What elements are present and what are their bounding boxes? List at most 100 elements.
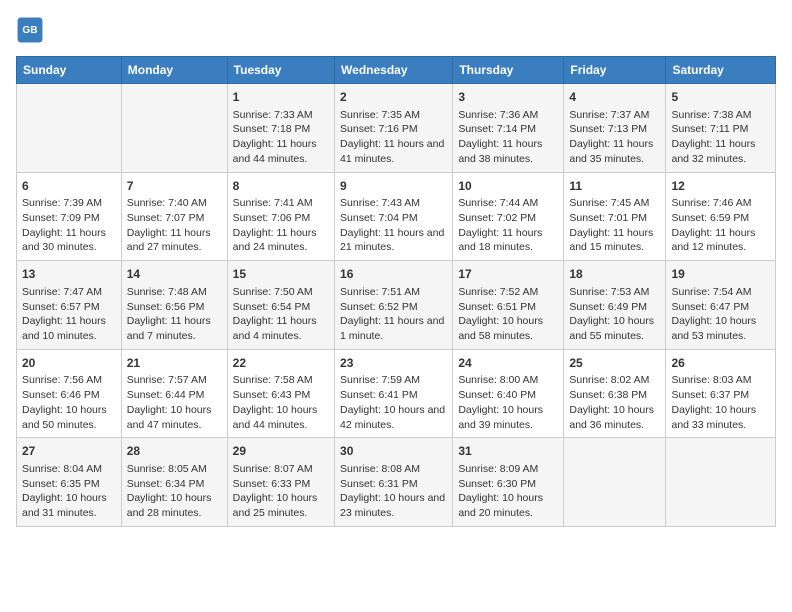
day-info: Sunrise: 8:04 AM Sunset: 6:35 PM Dayligh…	[22, 462, 116, 521]
day-number: 19	[671, 266, 770, 283]
day-number: 7	[127, 178, 222, 195]
day-number: 17	[458, 266, 558, 283]
day-cell: 11Sunrise: 7:45 AM Sunset: 7:01 PM Dayli…	[564, 172, 666, 261]
calendar-table: SundayMondayTuesdayWednesdayThursdayFrid…	[16, 56, 776, 527]
day-number: 11	[569, 178, 660, 195]
day-cell: 26Sunrise: 8:03 AM Sunset: 6:37 PM Dayli…	[666, 349, 776, 438]
day-info: Sunrise: 7:53 AM Sunset: 6:49 PM Dayligh…	[569, 285, 660, 344]
day-number: 16	[340, 266, 447, 283]
day-number: 3	[458, 89, 558, 106]
day-cell: 17 Sunrise: 7:52 AM Sunset: 6:51 PM Dayli…	[453, 261, 564, 350]
week-row-5: 27 Sunrise: 8:04 AM Sunset: 6:35 PM Dayli…	[17, 438, 776, 527]
day-cell: 15Sunrise: 7:50 AM Sunset: 6:54 PM Dayli…	[227, 261, 334, 350]
day-cell: 6Sunrise: 7:39 AM Sunset: 7:09 PM Daylig…	[17, 172, 122, 261]
day-number: 14	[127, 266, 222, 283]
day-info: Sunrise: 7:41 AM Sunset: 7:06 PM Dayligh…	[233, 196, 329, 255]
day-cell: 13Sunrise: 7:47 AM Sunset: 6:57 PM Dayli…	[17, 261, 122, 350]
day-info: Sunrise: 7:35 AM Sunset: 7:16 PM Dayligh…	[340, 108, 447, 167]
day-number: 22	[233, 355, 329, 372]
day-cell: 3 Sunrise: 7:36 AM Sunset: 7:14 PM Daylig…	[453, 84, 564, 173]
day-number: 31	[458, 443, 558, 460]
day-number: 12	[671, 178, 770, 195]
day-cell	[17, 84, 122, 173]
day-info: Sunrise: 7:57 AM Sunset: 6:44 PM Dayligh…	[127, 373, 222, 432]
day-number: 9	[340, 178, 447, 195]
day-info: Sunrise: 8:00 AM Sunset: 6:40 PM Dayligh…	[458, 373, 558, 432]
day-number: 15	[233, 266, 329, 283]
day-cell: 2 Sunrise: 7:35 AM Sunset: 7:16 PM Daylig…	[335, 84, 453, 173]
day-info: Sunrise: 7:56 AM Sunset: 6:46 PM Dayligh…	[22, 373, 116, 432]
logo-icon: GB	[16, 16, 44, 44]
day-info: Sunrise: 7:36 AM Sunset: 7:14 PM Dayligh…	[458, 108, 558, 167]
week-row-4: 20Sunrise: 7:56 AM Sunset: 6:46 PM Dayli…	[17, 349, 776, 438]
day-info: Sunrise: 8:08 AM Sunset: 6:31 PM Dayligh…	[340, 462, 447, 521]
day-cell: 1 Sunrise: 7:33 AM Sunset: 7:18 PM Daylig…	[227, 84, 334, 173]
day-number: 20	[22, 355, 116, 372]
svg-text:GB: GB	[22, 25, 37, 36]
day-info: Sunrise: 7:43 AM Sunset: 7:04 PM Dayligh…	[340, 196, 447, 255]
day-info: Sunrise: 7:52 AM Sunset: 6:51 PM Dayligh…	[458, 285, 558, 344]
day-number: 25	[569, 355, 660, 372]
day-cell: 31 Sunrise: 8:09 AM Sunset: 6:30 PM Dayli…	[453, 438, 564, 527]
header-tuesday: Tuesday	[227, 57, 334, 84]
day-info: Sunrise: 8:05 AM Sunset: 6:34 PM Dayligh…	[127, 462, 222, 521]
day-cell: 22Sunrise: 7:58 AM Sunset: 6:43 PM Dayli…	[227, 349, 334, 438]
calendar-header-row: SundayMondayTuesdayWednesdayThursdayFrid…	[17, 57, 776, 84]
day-cell: 10Sunrise: 7:44 AM Sunset: 7:02 PM Dayli…	[453, 172, 564, 261]
day-info: Sunrise: 7:38 AM Sunset: 7:11 PM Dayligh…	[671, 108, 770, 167]
day-info: Sunrise: 8:09 AM Sunset: 6:30 PM Dayligh…	[458, 462, 558, 521]
day-cell: 5Sunrise: 7:38 AM Sunset: 7:11 PM Daylig…	[666, 84, 776, 173]
day-cell: 18 Sunrise: 7:53 AM Sunset: 6:49 PM Dayli…	[564, 261, 666, 350]
day-info: Sunrise: 8:07 AM Sunset: 6:33 PM Dayligh…	[233, 462, 329, 521]
day-cell: 27 Sunrise: 8:04 AM Sunset: 6:35 PM Dayli…	[17, 438, 122, 527]
day-cell: 8Sunrise: 7:41 AM Sunset: 7:06 PM Daylig…	[227, 172, 334, 261]
day-cell: 28 Sunrise: 8:05 AM Sunset: 6:34 PM Dayli…	[121, 438, 227, 527]
day-number: 26	[671, 355, 770, 372]
day-cell: 21Sunrise: 7:57 AM Sunset: 6:44 PM Dayli…	[121, 349, 227, 438]
day-cell: 24Sunrise: 8:00 AM Sunset: 6:40 PM Dayli…	[453, 349, 564, 438]
logo: GB	[16, 16, 48, 44]
day-info: Sunrise: 8:03 AM Sunset: 6:37 PM Dayligh…	[671, 373, 770, 432]
week-row-1: 1 Sunrise: 7:33 AM Sunset: 7:18 PM Daylig…	[17, 84, 776, 173]
day-info: Sunrise: 7:48 AM Sunset: 6:56 PM Dayligh…	[127, 285, 222, 344]
day-number: 18	[569, 266, 660, 283]
day-number: 13	[22, 266, 116, 283]
day-info: Sunrise: 7:59 AM Sunset: 6:41 PM Dayligh…	[340, 373, 447, 432]
day-cell: 7Sunrise: 7:40 AM Sunset: 7:07 PM Daylig…	[121, 172, 227, 261]
day-cell: 19 Sunrise: 7:54 AM Sunset: 6:47 PM Dayli…	[666, 261, 776, 350]
day-info: Sunrise: 7:54 AM Sunset: 6:47 PM Dayligh…	[671, 285, 770, 344]
day-info: Sunrise: 7:40 AM Sunset: 7:07 PM Dayligh…	[127, 196, 222, 255]
day-info: Sunrise: 7:44 AM Sunset: 7:02 PM Dayligh…	[458, 196, 558, 255]
day-info: Sunrise: 7:37 AM Sunset: 7:13 PM Dayligh…	[569, 108, 660, 167]
day-number: 23	[340, 355, 447, 372]
day-cell: 16 Sunrise: 7:51 AM Sunset: 6:52 PM Dayli…	[335, 261, 453, 350]
day-number: 30	[340, 443, 447, 460]
day-number: 29	[233, 443, 329, 460]
day-cell: 23Sunrise: 7:59 AM Sunset: 6:41 PM Dayli…	[335, 349, 453, 438]
day-cell: 29 Sunrise: 8:07 AM Sunset: 6:33 PM Dayli…	[227, 438, 334, 527]
week-row-2: 6Sunrise: 7:39 AM Sunset: 7:09 PM Daylig…	[17, 172, 776, 261]
day-info: Sunrise: 7:33 AM Sunset: 7:18 PM Dayligh…	[233, 108, 329, 167]
day-info: Sunrise: 7:45 AM Sunset: 7:01 PM Dayligh…	[569, 196, 660, 255]
day-number: 28	[127, 443, 222, 460]
day-info: Sunrise: 7:58 AM Sunset: 6:43 PM Dayligh…	[233, 373, 329, 432]
header-thursday: Thursday	[453, 57, 564, 84]
day-number: 21	[127, 355, 222, 372]
header-friday: Friday	[564, 57, 666, 84]
day-number: 8	[233, 178, 329, 195]
day-info: Sunrise: 7:39 AM Sunset: 7:09 PM Dayligh…	[22, 196, 116, 255]
day-number: 24	[458, 355, 558, 372]
day-number: 27	[22, 443, 116, 460]
header-monday: Monday	[121, 57, 227, 84]
day-number: 1	[233, 89, 329, 106]
day-cell: 25Sunrise: 8:02 AM Sunset: 6:38 PM Dayli…	[564, 349, 666, 438]
header-wednesday: Wednesday	[335, 57, 453, 84]
page-header: GB	[16, 16, 776, 44]
day-cell: 20Sunrise: 7:56 AM Sunset: 6:46 PM Dayli…	[17, 349, 122, 438]
day-info: Sunrise: 7:51 AM Sunset: 6:52 PM Dayligh…	[340, 285, 447, 344]
day-cell	[121, 84, 227, 173]
header-saturday: Saturday	[666, 57, 776, 84]
week-row-3: 13Sunrise: 7:47 AM Sunset: 6:57 PM Dayli…	[17, 261, 776, 350]
day-cell	[564, 438, 666, 527]
day-number: 2	[340, 89, 447, 106]
